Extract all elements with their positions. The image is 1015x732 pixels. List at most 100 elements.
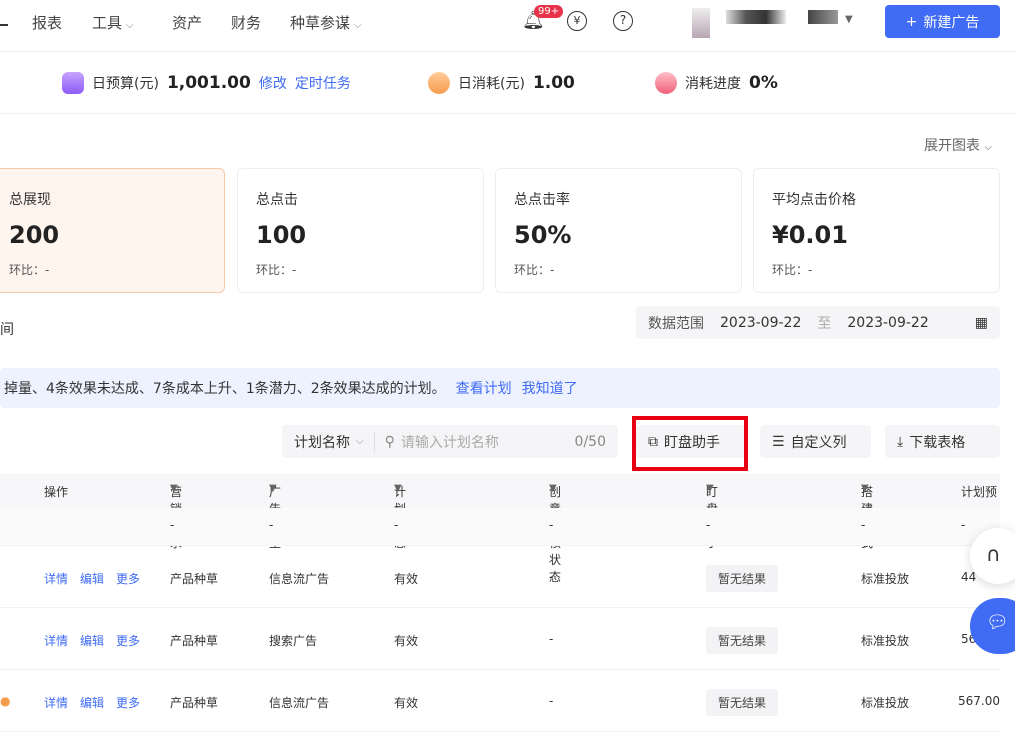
cell-assistant: 暂无结果 xyxy=(706,627,779,654)
cell: - xyxy=(549,518,554,532)
more-link[interactable]: 更多 xyxy=(116,570,140,587)
divider xyxy=(373,431,375,452)
metric-card-ctr[interactable]: 总点击率 50% 环比：- xyxy=(495,168,742,293)
metric-label: 总点击率 xyxy=(514,192,570,208)
notice-text: 掉量、4条效果未达成、7条成本上升、1条潜力、2条效果达成的计划。 xyxy=(4,381,446,397)
metric-value: 50% xyxy=(514,221,572,249)
table-row: 详情 编辑 更多 产品种草 信息流广告 有效 - 暂无结果 标准投放 44 xyxy=(0,546,1000,608)
metric-card-clicks[interactable]: 总点击 100 环比：- xyxy=(237,168,484,293)
detail-link[interactable]: 详情 xyxy=(44,632,68,649)
filter-icon[interactable]: ▼ xyxy=(394,483,402,494)
dismiss-link[interactable]: 我知道了 xyxy=(522,378,578,398)
search-field-select[interactable]: 计划名称 xyxy=(294,432,350,452)
list-icon: ☰ xyxy=(772,433,785,450)
progress-label: 消耗进度 xyxy=(685,76,741,92)
calendar-icon[interactable]: ▦ xyxy=(975,315,988,331)
edit-link[interactable]: 编辑 xyxy=(80,632,104,649)
cell-assistant: 暂无结果 xyxy=(706,565,779,592)
daily-budget: 日预算(元) 1,001.00 修改 定时任务 xyxy=(62,72,351,94)
nav-reports[interactable]: 报表 xyxy=(32,12,62,33)
table-row: ● 详情 编辑 更多 产品种草 信息流广告 有效 - 暂无结果 标准投放 567… xyxy=(0,670,1000,732)
metric-label: 总展现 xyxy=(9,192,51,208)
edit-link[interactable]: 编辑 xyxy=(80,570,104,587)
search-icon: ⚲ xyxy=(384,433,395,450)
new-ad-button[interactable]: + 新建广告 xyxy=(885,5,1000,38)
account-name-blurred xyxy=(726,10,786,24)
metric-value: 200 xyxy=(9,221,60,249)
budget-icon xyxy=(62,72,84,94)
filter-icon[interactable]: ▼ xyxy=(170,483,178,494)
metric-compare: 环比：- xyxy=(9,263,50,277)
budget-label: 日预算(元) xyxy=(92,76,159,92)
nav-tools[interactable]: 工具 ⌵ xyxy=(92,12,134,33)
help-icon[interactable]: ? xyxy=(613,11,633,31)
nav-finance[interactable]: 财务 xyxy=(231,12,261,33)
spend-progress: 消耗进度 0% xyxy=(655,72,778,94)
custom-columns-button[interactable]: ☰ 自定义列 xyxy=(760,425,871,458)
section-title-fragment: 间 xyxy=(0,322,14,338)
date-range-picker[interactable]: 数据范围 2023-09-22 至 2023-09-22 ▦ xyxy=(636,306,1000,339)
more-link[interactable]: 更多 xyxy=(116,694,140,711)
headset-icon: ∩ xyxy=(986,542,1001,566)
cell-budget: 44 xyxy=(961,570,977,584)
cell-build: 标准投放 xyxy=(861,696,910,710)
cell: - xyxy=(394,518,399,532)
cell: - xyxy=(861,518,866,532)
plus-icon: + xyxy=(905,13,918,30)
notice-banner: 掉量、4条效果未达成、7条成本上升、1条潜力、2条效果达成的计划。 查看计划 我… xyxy=(0,368,1000,408)
nav-insights[interactable]: 种草参谋 ⌵ xyxy=(290,12,362,33)
yuan-icon[interactable]: ¥ xyxy=(567,11,587,31)
table-row: 详情 编辑 更多 产品种草 搜索广告 有效 - 暂无结果 标准投放 56 xyxy=(0,608,1000,670)
download-table-button[interactable]: ⤓ 下载表格 xyxy=(885,425,1000,458)
caret-down-icon[interactable]: ▼ xyxy=(845,14,853,25)
metric-card-impressions[interactable]: 总展现 200 环比：- xyxy=(0,168,225,293)
expand-chart-toggle[interactable]: 展开图表 ⌵ xyxy=(924,135,992,155)
chat-icon: 💬︎ xyxy=(986,612,1009,633)
daily-spend: 日消耗(元) 1.00 xyxy=(428,72,575,94)
cell-type: 搜索广告 xyxy=(269,634,318,648)
filter-icon[interactable]: ▼ xyxy=(269,483,277,494)
range-separator: 至 xyxy=(817,315,832,332)
custom-columns-label: 自定义列 xyxy=(790,434,847,451)
avatar[interactable] xyxy=(692,8,710,38)
metric-compare: 环比：- xyxy=(514,263,555,277)
highlight-box xyxy=(632,416,748,471)
metric-card-cpc[interactable]: 平均点击价格 ¥0.01 环比：- xyxy=(753,168,1000,293)
metric-label: 总点击 xyxy=(256,192,298,208)
range-label: 数据范围 xyxy=(648,315,704,332)
chevron-down-icon: ⌵ xyxy=(126,20,134,31)
search-input[interactable]: 请输入计划名称 xyxy=(401,432,569,452)
cell-review: - xyxy=(549,570,554,584)
detail-link[interactable]: 详情 xyxy=(44,570,68,587)
new-ad-label: 新建广告 xyxy=(923,14,980,31)
metric-value: ¥0.01 xyxy=(772,221,848,249)
account-switch-blurred[interactable] xyxy=(808,10,838,24)
range-start[interactable]: 2023-09-22 xyxy=(720,315,801,331)
progress-value: 0% xyxy=(749,73,778,93)
filter-icon[interactable]: ▼ xyxy=(706,483,714,494)
edit-budget-link[interactable]: 修改 xyxy=(259,73,287,93)
metric-compare: 环比：- xyxy=(256,263,297,277)
download-icon: ⤓ xyxy=(897,433,904,450)
schedule-task-link[interactable]: 定时任务 xyxy=(295,73,351,93)
cell-goal: 产品种草 xyxy=(170,696,219,710)
char-count: 0/50 xyxy=(574,433,606,450)
filter-icon[interactable]: ▼ xyxy=(549,483,557,494)
detail-link[interactable]: 详情 xyxy=(44,694,68,711)
cell-type: 信息流广告 xyxy=(269,696,330,710)
metric-value: 100 xyxy=(256,221,307,249)
metric-label: 平均点击价格 xyxy=(772,192,856,208)
view-plans-link[interactable]: 查看计划 xyxy=(456,378,512,398)
nav-assets[interactable]: 资产 xyxy=(172,12,202,33)
notification-badge: 99+ xyxy=(534,5,564,18)
more-link[interactable]: 更多 xyxy=(116,632,140,649)
edit-link[interactable]: 编辑 xyxy=(80,694,104,711)
filter-icon[interactable]: ▼ xyxy=(861,483,869,494)
cell-build: 标准投放 xyxy=(861,634,910,648)
range-end[interactable]: 2023-09-22 xyxy=(847,315,928,331)
flag-icon: ● xyxy=(0,694,11,708)
chevron-down-icon: ⌵ xyxy=(354,20,362,31)
cell-budget: 567.00 xyxy=(958,694,1000,708)
top-bar: 报表 工具 ⌵ 资产 财务 种草参谋 ⌵ 🔔︎ 99+ ¥ ? ▼ + 新建广告 xyxy=(0,0,1015,52)
table-header: 操作 营销诉求 ▼ 广告类型 ▼ 计划状态 ▼ 创意审核状态 ▼ 盯盘助手 ▼ … xyxy=(0,474,1000,584)
